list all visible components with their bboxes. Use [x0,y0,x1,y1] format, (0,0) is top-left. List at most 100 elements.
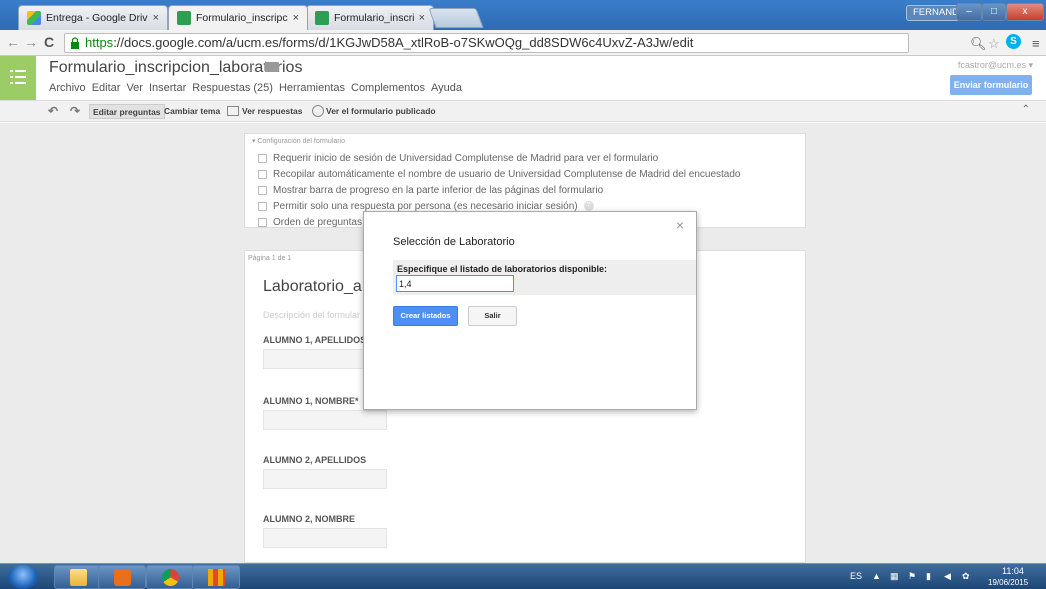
form-title[interactable]: Laboratorio_a [263,278,362,296]
google-drive-icon [27,11,41,25]
tab-close-icon[interactable]: × [293,12,299,24]
menu-bar: Archivo Editar Ver Insertar Respuestas (… [49,82,462,94]
tab-formulario-2[interactable]: Formulario_inscripcion_lal × [306,5,434,30]
send-form-button[interactable]: Enviar formulario [950,75,1032,95]
menu-herramientas[interactable]: Herramientas [279,82,345,94]
responses-grid-icon [227,106,239,116]
media-player-icon [114,569,131,586]
view-responses-button[interactable]: Ver respuestas [242,104,302,119]
menu-editar[interactable]: Editar [92,82,121,94]
bookmark-star-icon[interactable]: ☆ [988,36,1000,52]
forms-logo[interactable] [0,56,36,100]
checkbox[interactable] [258,153,267,163]
settings-title[interactable]: ▾ Configuración del formulario [252,137,345,145]
url-scheme: https [85,35,114,50]
url-path: ://docs.google.com/a/ucm.es/forms/d/1KGJ… [113,35,694,50]
help-icon[interactable]: ? [583,201,594,211]
tab-close-icon[interactable]: × [419,12,425,24]
tray-network-icon[interactable]: ▦ [890,571,899,582]
checkbox[interactable] [258,217,267,227]
change-theme-button[interactable]: Cambiar tema [164,104,220,119]
tab-label: Formulario_inscripcion_lal [334,12,414,24]
google-sheets-icon [315,11,329,25]
close-icon[interactable]: × [676,217,684,233]
checkbox[interactable] [258,169,267,179]
back-arrow-icon[interactable]: ← [6,34,20,50]
forward-arrow-icon[interactable]: → [24,34,38,50]
taskbar-chrome[interactable] [146,565,194,589]
taskbar-media-player[interactable] [98,565,146,589]
google-forms-icon [177,11,191,25]
start-button[interactable] [8,565,38,589]
forms-header: Formulario_inscripcion_laboratorios ☆ Ar… [0,56,1046,100]
tab-close-icon[interactable]: × [153,12,159,24]
collapse-chevron-icon[interactable]: ⌃ [1022,104,1030,115]
tab-formulario-active[interactable]: Formulario_inscripcion_lal × [168,5,308,30]
setting-label: Mostrar barra de progreso en la parte in… [273,184,604,196]
minimize-button[interactable]: – [956,3,982,21]
view-published-form-button[interactable]: Ver el formulario publicado [326,104,436,119]
setting-label: Recopilar automáticamente el nombre de u… [273,168,741,180]
setting-shuffle-questions[interactable]: Orden de preguntas a [258,216,370,228]
close-window-button[interactable]: x [1006,3,1044,21]
lab-list-input[interactable] [396,275,514,292]
lab-selection-dialog: × Selección de Laboratorio Especifique e… [363,211,697,410]
tray-expand-icon[interactable]: ▲ [872,571,881,581]
url-bar[interactable]: https://docs.google.com/a/ucm.es/forms/d… [64,33,909,53]
taskbar-app[interactable] [192,565,240,589]
maximize-button[interactable]: □ [982,3,1006,21]
taskbar-explorer[interactable] [54,565,102,589]
menu-ver[interactable]: Ver [126,82,143,94]
question-label: ALUMNO 2, NOMBRE [263,514,355,524]
new-tab-button[interactable] [428,8,484,28]
menu-archivo[interactable]: Archivo [49,82,86,94]
clock-time[interactable]: 11:04 [1002,566,1024,576]
setting-collect-username[interactable]: Recopilar automáticamente el nombre de u… [258,168,741,180]
clock-date[interactable]: 19/06/2015 [988,578,1028,587]
chrome-icon [162,569,179,586]
star-icon[interactable]: ☆ [246,59,259,76]
setting-progress-bar[interactable]: Mostrar barra de progreso en la parte in… [258,184,603,196]
menu-respuestas[interactable]: Respuestas (25) [192,82,273,94]
forms-list-icon [10,70,26,84]
setting-label: Permitir solo una respuesta por persona … [273,200,578,212]
dialog-title: Selección de Laboratorio [393,236,515,248]
reload-icon[interactable]: C [44,34,54,50]
tray-volume-icon[interactable]: ◀ [944,571,951,582]
page-label: Página 1 de 1 [248,255,292,262]
tray-app-icon[interactable]: ✿ [962,571,970,582]
question-label: ALUMNO 1, NOMBRE* [263,396,359,406]
tab-label: Formulario_inscripcion_lal [196,12,288,24]
browser-tab-strip: Entrega - Google Drive × Formulario_insc… [0,0,1046,30]
folder-icon [70,569,87,586]
create-lists-button[interactable]: Crear listados [393,306,458,326]
redo-icon[interactable]: ↷ [70,104,80,119]
folder-icon[interactable] [265,62,279,72]
language-indicator[interactable]: ES [850,571,862,581]
menu-complementos[interactable]: Complementos [351,82,425,94]
tab-google-drive[interactable]: Entrega - Google Drive × [18,5,168,30]
question-label: ALUMNO 2, APELLIDOS [263,455,367,465]
form-description[interactable]: Descripción del formular [263,310,360,320]
menu-insertar[interactable]: Insertar [149,82,186,94]
skype-icon[interactable]: S [1006,34,1021,49]
grid-app-icon [208,569,225,586]
question-label: ALUMNO 1, APELLIDOS [263,335,367,345]
setting-require-login[interactable]: Requerir inicio de sesión de Universidad… [258,152,658,164]
checkbox[interactable] [258,201,267,211]
menu-ayuda[interactable]: Ayuda [431,82,462,94]
undo-icon[interactable]: ↶ [48,104,58,119]
setting-label: Requerir inicio de sesión de Universidad… [273,152,659,164]
zoom-search-icon[interactable]: 🔍︎ [970,36,987,52]
edit-questions-button[interactable]: Editar preguntas [89,104,165,119]
checkbox[interactable] [258,185,267,195]
lock-icon [71,37,79,49]
account-email[interactable]: fcastror@ucm.es ▾ [958,60,1033,71]
tab-label: Entrega - Google Drive [46,12,148,24]
exit-button[interactable]: Salir [468,306,517,326]
menu-hamburger-icon[interactable]: ≡ [1032,36,1040,51]
dialog-field-panel: Especifique el listado de laboratorios d… [393,260,696,295]
tray-flag-icon[interactable]: ⚑ [908,571,916,582]
setting-label: Orden de preguntas a [273,216,371,228]
tray-power-icon[interactable]: ▮ [926,571,931,582]
